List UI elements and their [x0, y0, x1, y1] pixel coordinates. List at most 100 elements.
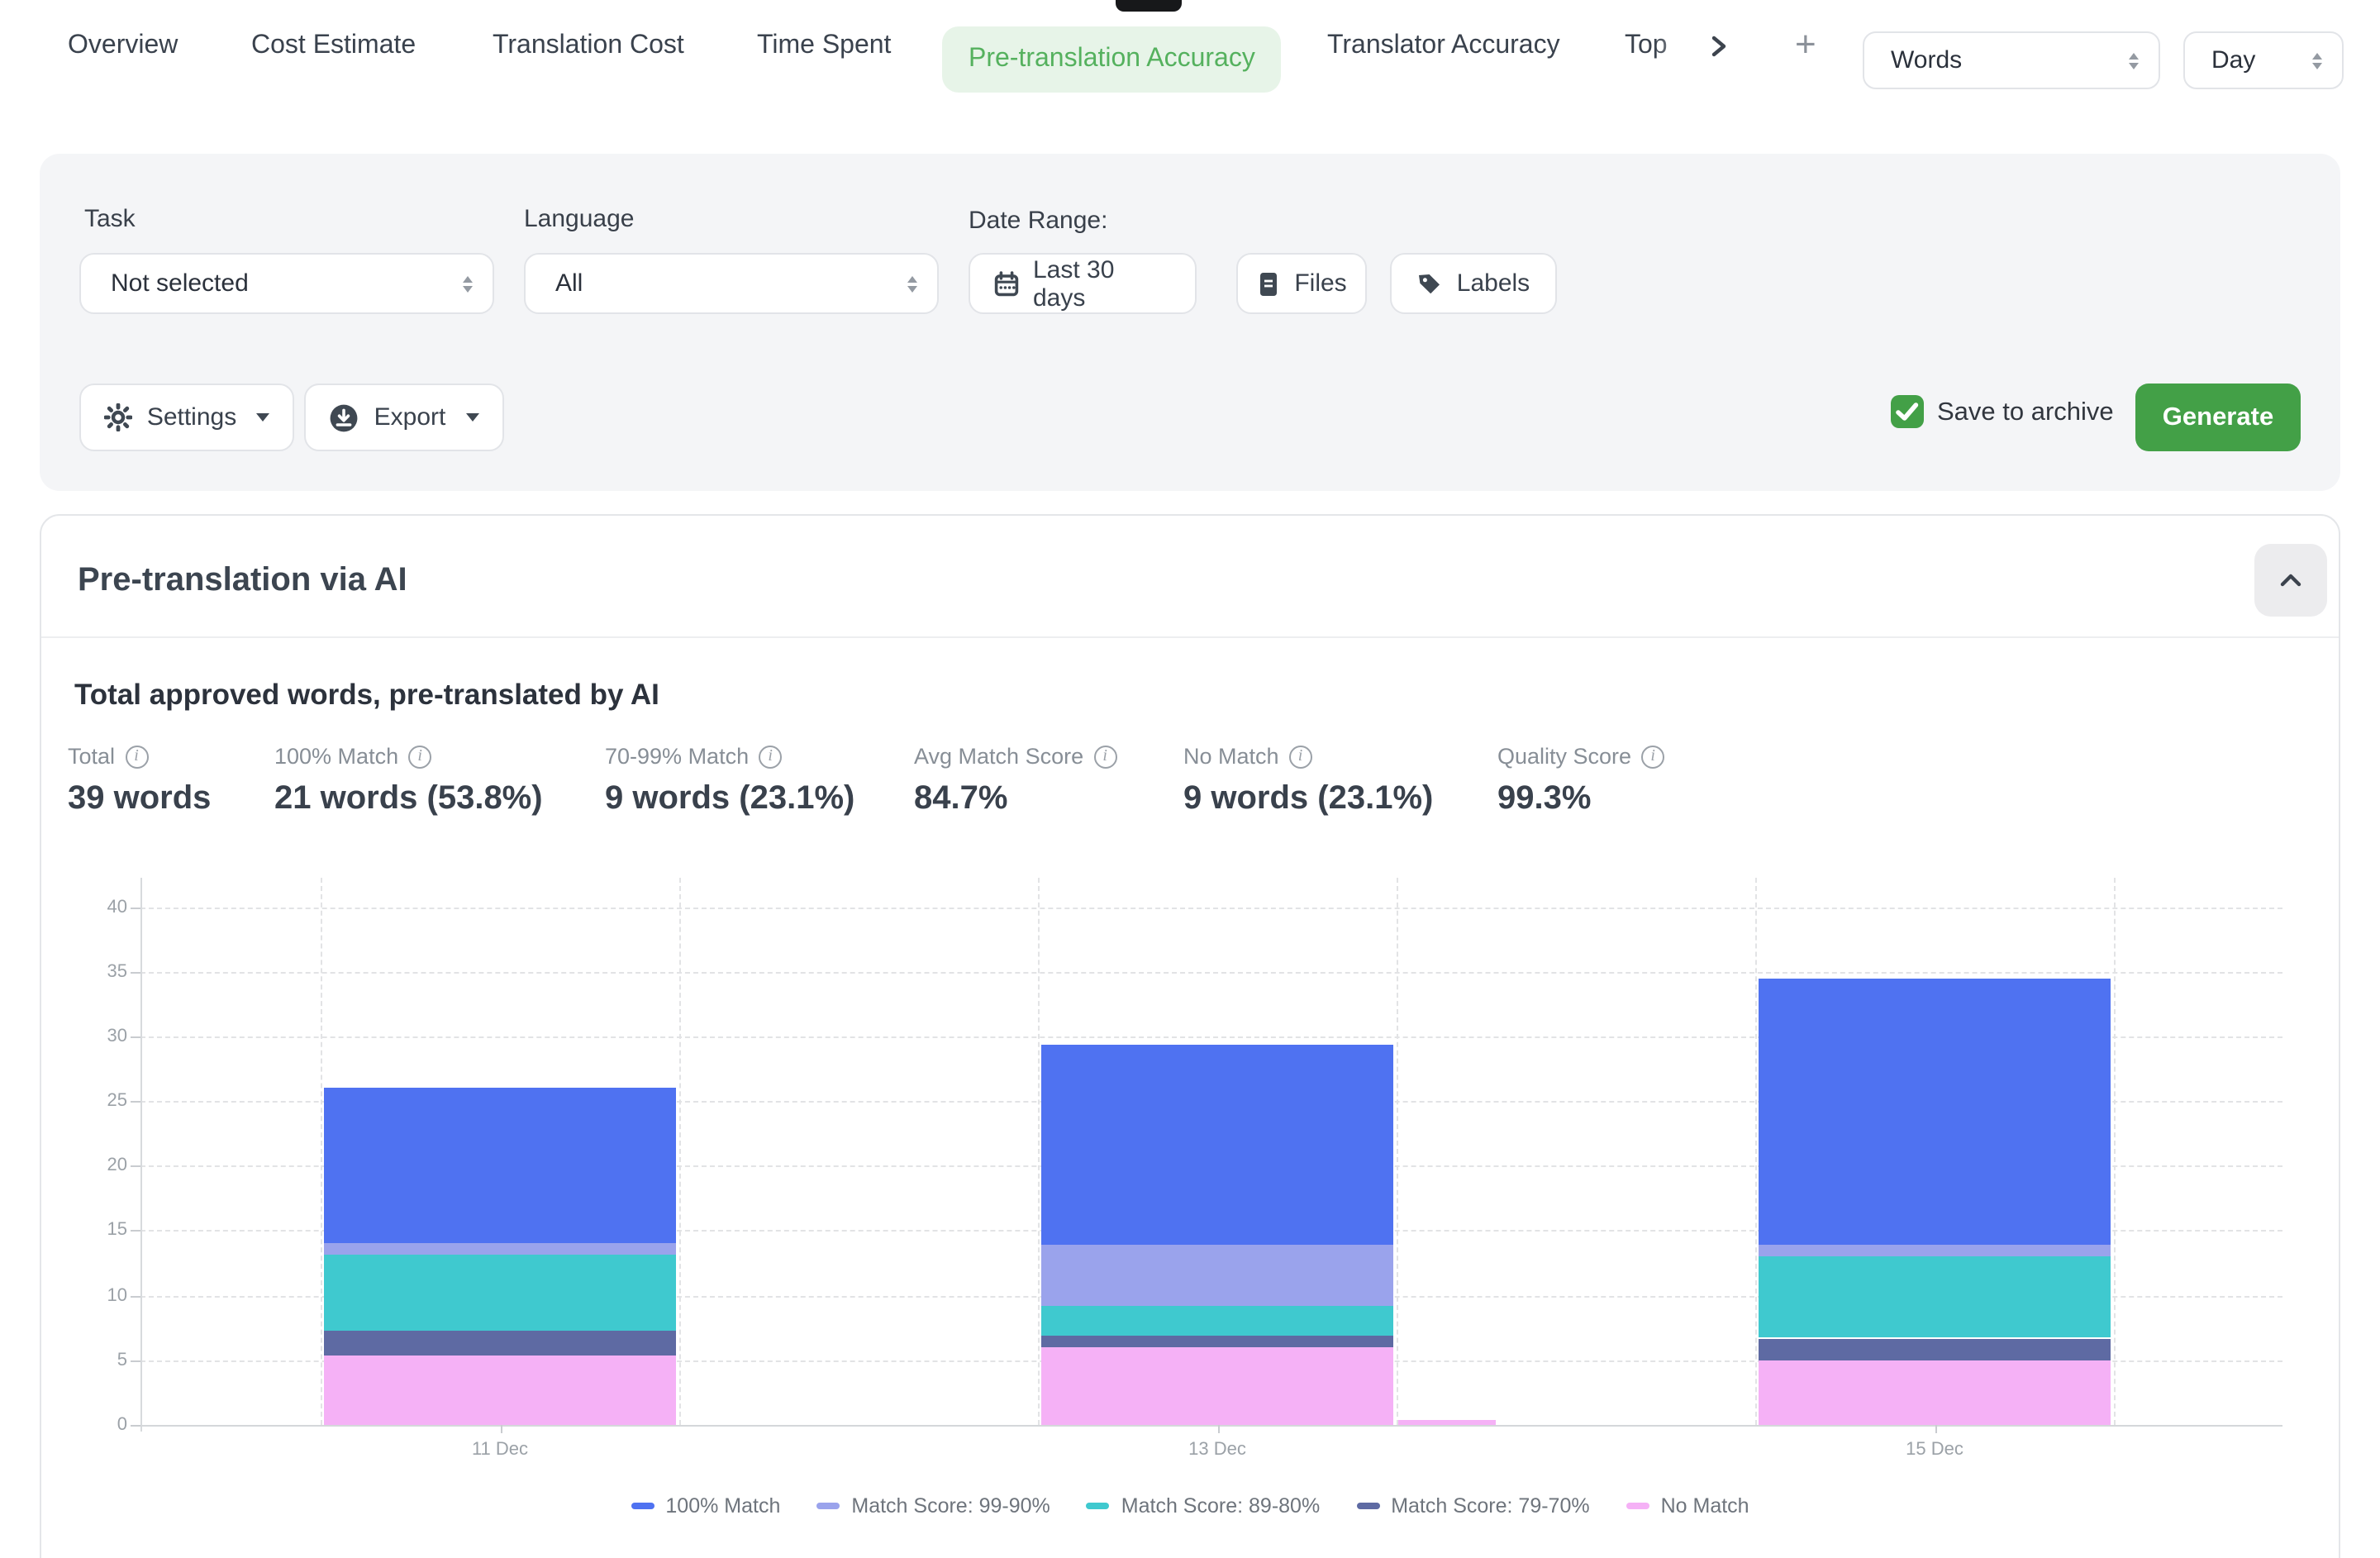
- language-select-value: All: [555, 269, 583, 298]
- legend-swatch: [1626, 1503, 1649, 1509]
- tag-icon: [1417, 270, 1444, 297]
- chevron-right-icon[interactable]: [1707, 35, 1730, 58]
- settings-button[interactable]: Settings: [79, 384, 294, 451]
- legend-label: Match Score: 79-70%: [1391, 1494, 1589, 1518]
- task-select[interactable]: Not selected: [79, 253, 494, 314]
- legend-item[interactable]: Match Score: 79-70%: [1356, 1494, 1589, 1518]
- y-tick-mark: [131, 1425, 140, 1427]
- gear-icon: [104, 403, 132, 431]
- legend-item[interactable]: 100% Match: [631, 1494, 780, 1518]
- select-arrows-icon: [2129, 52, 2139, 69]
- y-tick-label: 40: [71, 897, 127, 917]
- vertical-gridline: [1038, 878, 1040, 1425]
- bar-segment[interactable]: [324, 1242, 676, 1255]
- x-axis-line: [140, 1425, 2282, 1427]
- y-tick-label: 0: [71, 1415, 127, 1435]
- y-tick-label: 35: [71, 962, 127, 982]
- select-arrows-icon: [463, 275, 473, 292]
- legend-label: No Match: [1661, 1494, 1749, 1518]
- screen-notch-bar: [1116, 0, 1182, 12]
- bar-segment[interactable]: [324, 1087, 676, 1242]
- tab-cost-estimate[interactable]: Cost Estimate: [251, 0, 416, 93]
- legend-label: 100% Match: [665, 1494, 780, 1518]
- bar-segment[interactable]: [1759, 979, 2111, 1245]
- unit-select-value: Words: [1891, 46, 1962, 74]
- date-range-button[interactable]: Last 30 days: [969, 253, 1197, 314]
- save-to-archive-label[interactable]: Save to archive: [1937, 398, 2114, 428]
- y-tick-mark: [131, 972, 140, 974]
- bar-segment[interactable]: [324, 1331, 676, 1356]
- bar-segment[interactable]: [1759, 1245, 2111, 1256]
- date-range-value: Last 30 days: [1033, 255, 1172, 312]
- labels-button-label: Labels: [1457, 269, 1530, 298]
- tab-time-spent[interactable]: Time Spent: [757, 0, 891, 93]
- y-tick-label: 25: [71, 1091, 127, 1111]
- unit-select[interactable]: Words: [1863, 31, 2160, 89]
- legend-item[interactable]: Match Score: 89-80%: [1087, 1494, 1320, 1518]
- x-tick-label: 13 Dec: [1151, 1440, 1283, 1460]
- vertical-gridline: [679, 878, 681, 1425]
- chart-legend: 100% Match Match Score: 99-90% Match Score…: [41, 1494, 2339, 1518]
- period-select-value: Day: [2211, 46, 2255, 74]
- x-tick-mark: [1217, 1425, 1219, 1433]
- vertical-gridline: [1397, 878, 1398, 1425]
- legend-label: Match Score: 89-80%: [1121, 1494, 1320, 1518]
- labels-button[interactable]: Labels: [1390, 253, 1557, 314]
- select-arrows-icon: [2312, 52, 2322, 69]
- pre-translation-report-card: Pre-translation via AI Total approved wo…: [40, 514, 2340, 1558]
- legend-item[interactable]: No Match: [1626, 1494, 1749, 1518]
- files-button-label: Files: [1294, 269, 1346, 298]
- bar-segment[interactable]: [1041, 1336, 1393, 1347]
- bar-segment[interactable]: [1759, 1338, 2111, 1360]
- bar-segment[interactable]: [1397, 1420, 1496, 1425]
- file-icon: [1256, 270, 1281, 297]
- legend-item[interactable]: Match Score: 99-90%: [816, 1494, 1050, 1518]
- task-label: Task: [84, 205, 136, 233]
- tab-overview[interactable]: Overview: [68, 0, 178, 93]
- bar-segment[interactable]: [1041, 1044, 1393, 1245]
- caret-down-icon: [465, 413, 478, 422]
- checkmark-icon: [1891, 395, 1924, 428]
- stacked-bar-chart: 051015202530354011 Dec13 Dec15 Dec: [41, 516, 2339, 1558]
- bar-segment[interactable]: [324, 1356, 676, 1425]
- y-tick-label: 5: [71, 1351, 127, 1370]
- add-tab-button[interactable]: +: [1795, 0, 1816, 93]
- y-tick-label: 10: [71, 1285, 127, 1305]
- y-tick-mark: [131, 1231, 140, 1232]
- tab-translation-cost[interactable]: Translation Cost: [493, 0, 684, 93]
- bar-segment[interactable]: [1759, 1360, 2111, 1425]
- language-select[interactable]: All: [524, 253, 939, 314]
- legend-swatch: [1356, 1503, 1379, 1509]
- vertical-gridline: [1755, 878, 1757, 1425]
- generate-button[interactable]: Generate: [2135, 384, 2301, 451]
- bar-segment[interactable]: [1041, 1306, 1393, 1336]
- x-tick-mark: [500, 1425, 502, 1433]
- tab-top-truncated[interactable]: Top: [1625, 0, 1711, 93]
- period-select[interactable]: Day: [2183, 31, 2344, 89]
- settings-button-label: Settings: [147, 403, 236, 431]
- legend-label: Match Score: 99-90%: [851, 1494, 1050, 1518]
- download-circle-icon: [330, 403, 359, 432]
- y-tick-mark: [131, 1036, 140, 1038]
- y-tick-mark: [131, 1101, 140, 1103]
- legend-swatch: [1087, 1503, 1110, 1509]
- bar-segment[interactable]: [324, 1255, 676, 1331]
- legend-swatch: [631, 1503, 654, 1509]
- y-tick-mark: [131, 907, 140, 908]
- export-button-label: Export: [374, 403, 446, 431]
- language-label: Language: [524, 205, 635, 233]
- export-button[interactable]: Export: [304, 384, 504, 451]
- bar-segment[interactable]: [1759, 1256, 2111, 1338]
- tab-translator-accuracy[interactable]: Translator Accuracy: [1327, 0, 1560, 93]
- x-tick-label: 11 Dec: [434, 1440, 566, 1460]
- save-to-archive-checkbox[interactable]: [1891, 395, 1924, 428]
- bar-segment[interactable]: [1041, 1347, 1393, 1425]
- bar-segment[interactable]: [1041, 1245, 1393, 1306]
- files-button[interactable]: Files: [1236, 253, 1367, 314]
- y-tick-mark: [131, 1295, 140, 1297]
- tab-pre-translation-accuracy[interactable]: Pre-translation Accuracy: [942, 26, 1282, 93]
- y-axis-line: [140, 878, 142, 1432]
- x-tick-label: 15 Dec: [1868, 1440, 2001, 1460]
- horizontal-gridline: [140, 907, 2282, 908]
- calendar-icon: [993, 270, 1020, 297]
